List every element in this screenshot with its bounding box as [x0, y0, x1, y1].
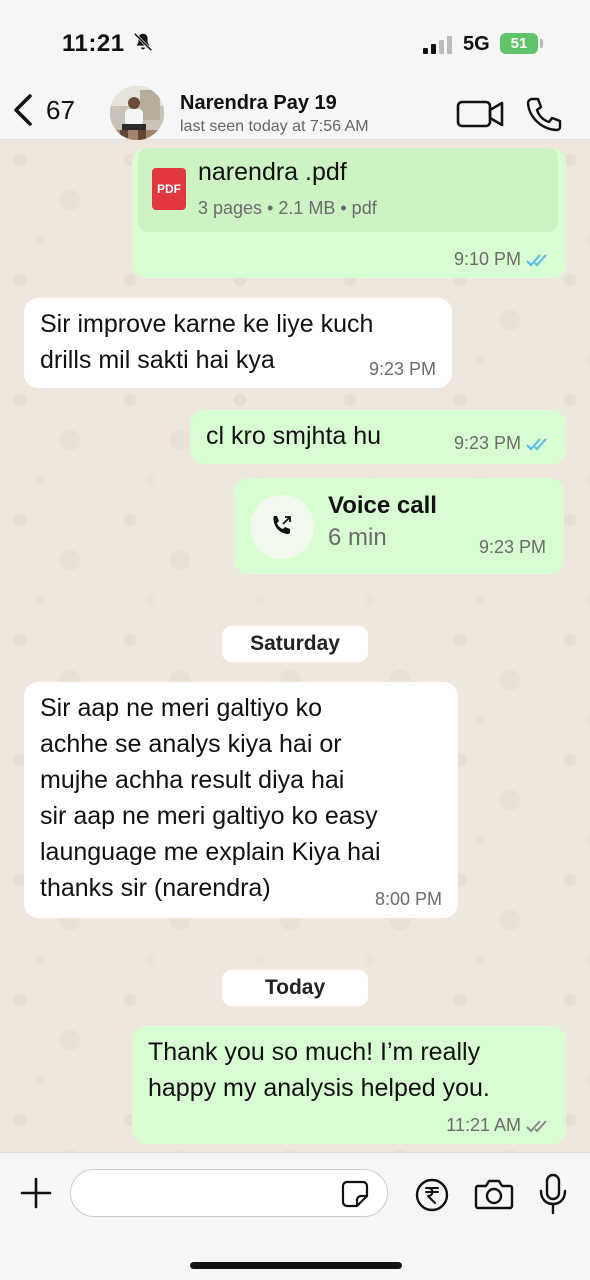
incoming-message[interactable]: Sir improve karne ke liye kuch drills mi…	[24, 298, 452, 388]
message-meta: 11:21 AM	[446, 1115, 552, 1136]
signal-icon	[423, 36, 452, 54]
status-time: 11:21	[62, 30, 125, 57]
call-duration: 6 min	[328, 524, 387, 551]
message-list[interactable]: PDF narendra .pdf 3 pages • 2.1 MB • pdf…	[0, 140, 590, 1152]
pdf-icon-label: PDF	[157, 182, 181, 196]
voice-call-message[interactable]: Voice call 6 min 9:23 PM	[234, 478, 564, 574]
avatar-photo	[110, 86, 164, 140]
document-card[interactable]: PDF narendra .pdf 3 pages • 2.1 MB • pdf	[138, 148, 558, 232]
outgoing-message[interactable]: cl kro smjhta hu 9:23 PM	[190, 410, 566, 464]
call-title: Voice call	[328, 492, 437, 519]
avatar[interactable]	[110, 86, 164, 140]
incoming-message[interactable]: Sir aap ne meri galtiyo ko achhe se anal…	[24, 682, 458, 918]
message-time: 9:23 PM	[478, 537, 546, 557]
phone-call-icon[interactable]	[524, 95, 564, 133]
message-text: cl kro smjhta hu	[206, 422, 382, 450]
document-name: narendra .pdf	[198, 158, 347, 186]
chevron-left-icon	[14, 94, 32, 126]
last-seen-status: last seen today at 7:56 AM	[180, 118, 369, 135]
message-meta: 9:23 PM	[479, 537, 546, 558]
network-type: 5G	[463, 33, 490, 55]
pdf-file-icon: PDF	[152, 168, 186, 210]
read-ticks-icon	[526, 437, 547, 450]
date-label: Today	[264, 976, 326, 999]
message-time: 8:00 PM	[374, 889, 442, 909]
battery-icon: 51	[500, 33, 538, 54]
message-meta: 9:23 PM	[369, 359, 436, 380]
date-divider: Today	[222, 970, 368, 1006]
document-info: 3 pages • 2.1 MB • pdf	[198, 198, 377, 218]
message-text: Thank you so much! I’m really happy my a…	[148, 1038, 490, 1102]
call-icon-badge	[250, 495, 314, 559]
video-call-icon[interactable]	[456, 98, 504, 130]
composer-bar	[0, 1152, 590, 1280]
plus-icon[interactable]	[18, 1175, 54, 1211]
status-bar: 11:21 5G 51	[0, 0, 590, 82]
message-text: Sir improve karne ke liye kuch drills mi…	[40, 310, 374, 374]
message-meta: 9:10 PM	[454, 249, 552, 270]
battery-level: 51	[510, 35, 528, 52]
battery-tip	[540, 39, 543, 48]
outgoing-message[interactable]: Thank you so much! I’m really happy my a…	[132, 1026, 566, 1144]
message-time: 11:21 AM	[446, 1115, 521, 1135]
message-text: Sir aap ne meri galtiyo ko achhe se anal…	[40, 694, 381, 902]
date-divider: Saturday	[222, 626, 368, 662]
microphone-icon[interactable]	[538, 1173, 568, 1215]
document-message[interactable]: PDF narendra .pdf 3 pages • 2.1 MB • pdf…	[132, 148, 566, 278]
sticker-icon[interactable]	[340, 1179, 370, 1209]
message-time: 9:23 PM	[368, 359, 436, 379]
message-time: 9:23 PM	[453, 433, 521, 453]
back-button[interactable]: 67	[10, 90, 75, 130]
camera-icon[interactable]	[474, 1177, 514, 1211]
date-label: Saturday	[250, 632, 340, 655]
message-meta: 8:00 PM	[375, 889, 442, 910]
message-time: 9:10 PM	[453, 249, 521, 269]
unread-count: 67	[46, 94, 75, 125]
delivered-ticks-icon	[526, 1119, 547, 1132]
read-ticks-icon	[526, 253, 547, 266]
outgoing-call-icon	[273, 516, 291, 534]
contact-name[interactable]: Narendra Pay 19	[180, 92, 337, 115]
message-meta: 9:23 PM	[454, 433, 552, 454]
home-indicator[interactable]	[190, 1262, 402, 1269]
rupee-payment-icon[interactable]	[414, 1177, 450, 1213]
chat-header: 67 Narendra Pay 19 last seen today at 7:…	[0, 82, 590, 140]
bell-muted-icon	[133, 32, 153, 52]
